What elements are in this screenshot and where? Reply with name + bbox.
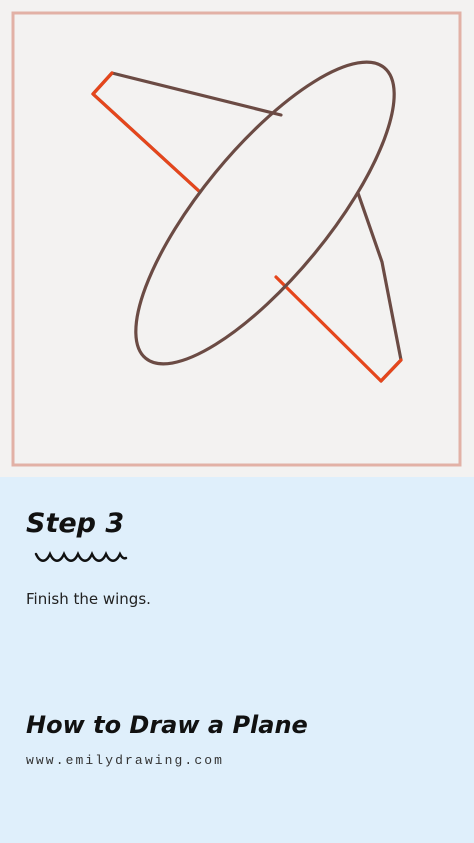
step-description: Finish the wings. xyxy=(26,590,151,608)
step-title: Step 3 xyxy=(26,508,125,539)
drawing-canvas xyxy=(0,0,474,477)
front-wing-new-line xyxy=(274,275,403,383)
wave-underline-icon xyxy=(34,551,128,562)
guide-title: How to Draw a Plane xyxy=(26,711,308,739)
plane-drawing xyxy=(11,11,462,467)
website-url: www.emilydrawing.com xyxy=(26,753,225,768)
front-wing-outline xyxy=(356,191,403,383)
instruction-panel: Step 3 Finish the wings. How to Draw a P… xyxy=(0,477,474,843)
